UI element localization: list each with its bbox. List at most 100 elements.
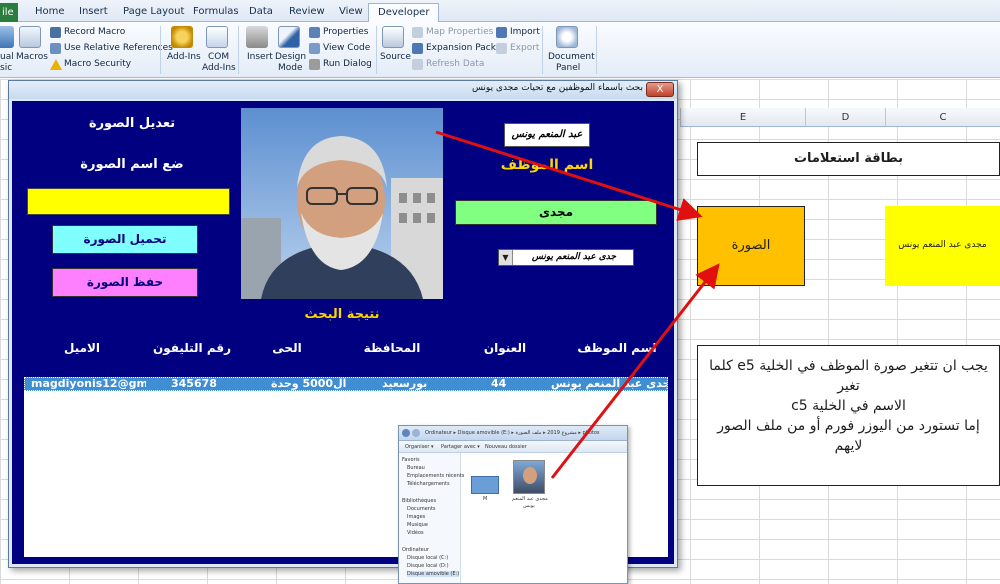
info-card-title-cell[interactable]: بطاقة استعلامات [697,142,1000,176]
add-ins-button[interactable]: Add-Ins [167,52,201,62]
nav-item-disk-d[interactable]: Disque local (D:) [407,563,449,569]
nav-item-downloads[interactable]: Téléchargements [407,481,450,487]
ribbon-tab-bar: ile Home Insert Page Layout Formulas Dat… [0,0,1000,23]
tab-review[interactable]: Review [280,3,334,22]
design-mode-icon[interactable] [278,26,300,48]
record-macro-button[interactable]: Record Macro [64,27,125,37]
forward-icon[interactable] [412,429,420,437]
close-button[interactable]: X [646,82,674,97]
nav-item-favorites[interactable]: Favoris [402,457,420,463]
explorer-path: Ordinateur ▸ Disque amovible (E:) ▸ مشرو… [425,430,600,436]
note-line: الاسم في الخلية c5 [791,398,906,414]
chevron-down-icon[interactable]: ▼ [499,250,513,265]
nav-item-computer[interactable]: Ordinateur [402,547,429,553]
employee-name-cell[interactable]: مجدى عبد المنعم يونس [885,206,1000,286]
relative-references-icon [50,43,61,54]
list-header-governorate: المحافظة [363,341,421,355]
note-line: إما تستورد من اليوزر فورم أو من ملف الصو… [717,418,980,434]
new-folder-button[interactable]: Nouveau dossier [485,444,527,450]
nav-item-desktop[interactable]: Bureau [407,465,425,471]
group-separator [596,26,597,74]
tab-insert[interactable]: Insert [70,3,117,22]
nav-item-images[interactable]: Images [407,514,425,520]
macro-security-button[interactable]: Macro Security [64,59,131,69]
column-header-d[interactable]: D [805,108,885,127]
export-button[interactable]: Export [510,43,539,53]
xml-source-button[interactable]: Source [380,52,411,62]
save-photo-button[interactable]: حفظ الصورة [52,268,198,297]
view-code-button[interactable]: View Code [323,43,370,53]
insert-controls-button[interactable]: Insert [247,52,273,62]
nav-item-disk-e[interactable]: Disque amovible (E:) [407,571,460,577]
macros-button[interactable]: Macros [16,52,48,62]
nav-item-documents[interactable]: Documents [407,506,436,512]
group-separator [542,26,543,74]
photo-file-thumbnail[interactable] [513,460,545,494]
photo-name-label: ضع اسم الصورة [80,157,184,172]
nav-item-disk-c[interactable]: Disque local (C:) [407,555,448,561]
list-cell-address: 44 [491,377,507,390]
employee-name-label: اسم الموظف [500,157,594,173]
refresh-data-button[interactable]: Refresh Data [426,59,484,69]
tab-data[interactable]: Data [240,3,282,22]
tab-home[interactable]: Home [26,3,74,22]
back-icon[interactable] [402,429,410,437]
record-macro-icon [50,27,61,38]
run-dialog-button[interactable]: Run Dialog [323,59,372,69]
file-explorer-window: Ordinateur ▸ Disque amovible (E:) ▸ مشرو… [398,425,628,584]
tab-file[interactable]: ile [0,3,18,22]
organize-button[interactable]: Organiser ▾ [405,444,434,450]
list-cell-district: ال5000 وحدة [271,377,347,390]
com-add-ins-label-2: Add-Ins [202,63,236,73]
list-item[interactable]: magdiyonis12@gma 345678 ال5000 وحدة بورس… [24,377,668,391]
thumbnail-face [523,467,537,484]
tab-developer[interactable]: Developer [368,3,440,23]
document-panel-icon[interactable] [556,26,578,48]
tab-formulas[interactable]: Formulas [184,3,248,22]
import-button[interactable]: Import [510,27,540,37]
nav-item-libraries[interactable]: Bibliothèques [402,498,436,504]
first-name-box[interactable]: مجدى [455,200,657,225]
visual-basic-icon[interactable] [0,26,14,48]
insert-controls-icon[interactable] [246,26,268,48]
list-cell-governorate: بورسعيد [382,377,428,390]
load-photo-button[interactable]: تحميل الصورة [52,225,198,254]
userform-title-bar[interactable]: بحث باسماء الموظفين مع تحيات مجدى يونس X [9,81,677,99]
tab-page-layout[interactable]: Page Layout [114,3,193,22]
visual-basic-label-2: sic [0,63,13,73]
tab-view[interactable]: View [330,3,372,22]
employee-combobox[interactable]: ▼ جدى عبد المنعم يونس [498,249,634,266]
macros-icon[interactable] [19,26,41,48]
properties-button[interactable]: Properties [323,27,368,37]
nav-item-recent[interactable]: Emplacements récents [407,473,464,479]
group-separator [160,26,161,74]
nav-item-music[interactable]: Musique [407,522,428,528]
photo-name-input[interactable] [27,188,230,215]
xml-source-icon[interactable] [382,26,404,48]
share-button[interactable]: Partager avec ▾ [441,444,480,450]
group-separator [376,26,377,74]
list-header-phone: رقم التليفون [152,341,232,355]
employee-photo [241,108,443,299]
photo-file-label-2: يونس [523,503,535,509]
expansion-packs-icon [412,43,423,54]
column-header-e[interactable]: E [680,108,805,127]
photo-cell[interactable]: الصورة [697,206,805,286]
expansion-packs-button[interactable]: Expansion Packs [426,43,501,53]
use-relative-references-button[interactable]: Use Relative References [64,43,173,53]
design-mode-label-1: Design [275,52,307,62]
column-header-c[interactable]: C [885,108,1000,127]
com-add-ins-icon[interactable] [206,26,228,48]
map-properties-button[interactable]: Map Properties [426,27,493,37]
employee-name-textbox[interactable]: عبد المنعم يونس [504,123,590,147]
note-cell[interactable]: يجب ان تتغير صورة الموظف في الخلية e5 كل… [697,345,1000,486]
add-ins-gear-icon[interactable] [171,26,193,48]
explorer-address-bar[interactable]: Ordinateur ▸ Disque amovible (E:) ▸ مشرو… [399,426,627,441]
folder-icon[interactable] [471,476,499,494]
userform-title: بحث باسماء الموظفين مع تحيات مجدى يونس [471,83,643,93]
nav-item-videos[interactable]: Vidéos [407,530,424,536]
edit-photo-label: تعديل الصورة [88,116,176,131]
document-panel-label-2: Panel [556,63,581,73]
properties-icon [309,27,320,38]
run-dialog-icon [309,59,320,70]
